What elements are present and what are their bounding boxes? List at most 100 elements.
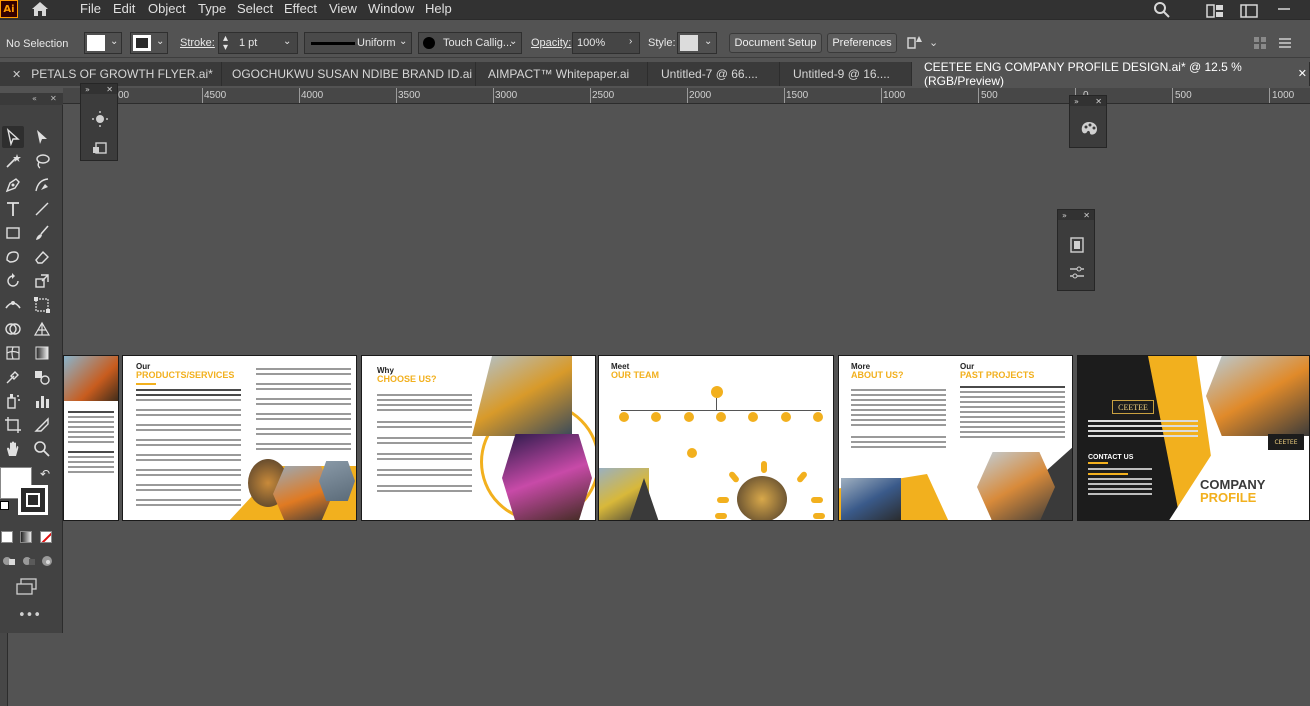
draw-inside-icon[interactable] xyxy=(40,554,54,568)
artboards-panel-icon[interactable] xyxy=(1066,234,1088,256)
close-icon[interactable]: ✕ xyxy=(12,68,21,81)
artboard-tool-icon[interactable] xyxy=(2,414,24,436)
none-mode-icon[interactable] xyxy=(40,531,52,543)
free-transform-tool-icon[interactable] xyxy=(31,294,53,316)
magic-wand-tool-icon[interactable] xyxy=(2,150,24,172)
slice-tool-icon[interactable] xyxy=(31,414,53,436)
symbol-sprayer-tool-icon[interactable] xyxy=(2,390,24,412)
tab-ceetee-profile[interactable]: CEETEE ENG COMPANY PROFILE DESIGN.ai* @ … xyxy=(912,60,1310,88)
close-icon[interactable]: ✕ xyxy=(1095,97,1102,106)
menu-file[interactable]: File xyxy=(80,1,101,16)
tab-brand-id[interactable]: OGOCHUKWU SUSAN NDIBE BRAND ID.ai xyxy=(222,62,476,86)
home-icon[interactable] xyxy=(31,1,49,17)
width-tool-icon[interactable] xyxy=(2,294,24,316)
zoom-tool-icon[interactable] xyxy=(31,438,53,460)
control-menu-icon[interactable] xyxy=(1277,35,1293,51)
paintbrush-tool-icon[interactable] xyxy=(31,222,53,244)
panel-header[interactable]: » ✕ xyxy=(1070,96,1106,106)
edit-toolbar-icon[interactable]: ••• xyxy=(18,608,41,623)
menu-select[interactable]: Select xyxy=(237,1,273,16)
artboard-our-team[interactable]: Meet OUR TEAM xyxy=(598,355,834,521)
stroke-label[interactable]: Stroke: xyxy=(180,37,215,49)
panel-layout-icon[interactable] xyxy=(1240,3,1258,19)
artboard-company-profile-cover[interactable]: CEETEE CONTACT US CEETEE COMPANY PROFILE xyxy=(1077,355,1310,521)
tab-untitled-7[interactable]: Untitled-7 @ 66.... xyxy=(648,62,780,86)
color-mode-icon[interactable] xyxy=(1,531,13,543)
close-icon[interactable]: ✕ xyxy=(106,85,113,94)
menu-window[interactable]: Window xyxy=(368,1,414,16)
artboard-products-services[interactable]: Our PRODUCTS/SERVICES xyxy=(122,355,357,521)
tab-untitled-9[interactable]: Untitled-9 @ 16.... xyxy=(780,62,912,86)
hand-tool-icon[interactable] xyxy=(2,438,24,460)
mesh-tool-icon[interactable] xyxy=(2,342,24,364)
properties-sliders-icon[interactable] xyxy=(1066,262,1088,284)
opacity-label[interactable]: Opacity: xyxy=(531,37,571,49)
default-colors-icon[interactable] xyxy=(0,501,9,510)
shape-builder-tool-icon[interactable] xyxy=(2,318,24,340)
draw-behind-icon[interactable] xyxy=(22,554,36,568)
sun-icon[interactable] xyxy=(89,108,111,130)
menu-type[interactable]: Type xyxy=(198,1,226,16)
gradient-tool-icon[interactable] xyxy=(31,342,53,364)
search-icon[interactable] xyxy=(1153,1,1171,19)
chevron-right-icon[interactable]: › xyxy=(629,36,632,47)
panel-header[interactable]: « ✕ xyxy=(0,93,63,105)
screen-mode-icon[interactable] xyxy=(16,578,38,596)
perspective-grid-tool-icon[interactable] xyxy=(31,318,53,340)
tab-whitepaper[interactable]: AIMPACT™ Whitepaper.ai xyxy=(476,62,648,86)
menu-view[interactable]: View xyxy=(329,1,357,16)
artboard-about-projects[interactable]: More ABOUT US? Our PAST PROJECTS xyxy=(838,355,1073,521)
line-segment-tool-icon[interactable] xyxy=(31,198,53,220)
expand-icon[interactable]: » xyxy=(1074,97,1079,106)
stroke-profile-dropdown[interactable]: Uniform ⌄ xyxy=(304,32,412,54)
opacity-value[interactable]: 100% xyxy=(577,37,605,49)
chevron-down-icon[interactable]: ⌄ xyxy=(929,36,938,49)
shaper-tool-icon[interactable] xyxy=(2,246,24,268)
graphic-style-dropdown[interactable]: ⌄ xyxy=(677,32,717,54)
collapse-icon[interactable]: « xyxy=(32,94,37,103)
direct-selection-tool-icon[interactable] xyxy=(31,126,53,148)
draw-normal-icon[interactable] xyxy=(2,554,16,568)
preferences-button[interactable]: Preferences xyxy=(827,33,897,53)
panel-header[interactable]: » ✕ xyxy=(81,84,117,94)
curvature-tool-icon[interactable] xyxy=(31,174,53,196)
brush-definition-dropdown[interactable]: Touch Callig... ⌄ xyxy=(418,32,522,54)
artboard-intro[interactable] xyxy=(63,355,119,521)
eyedropper-tool-icon[interactable] xyxy=(2,366,24,388)
fill-swatch-dropdown[interactable]: ⌄ xyxy=(84,32,122,54)
minimize-icon[interactable] xyxy=(1276,1,1292,17)
selection-tool-icon[interactable] xyxy=(2,126,24,148)
align-panel-icon[interactable] xyxy=(1252,35,1268,51)
opacity-field[interactable]: 100% › xyxy=(572,32,640,54)
color-palette-icon[interactable] xyxy=(1078,118,1100,140)
pen-tool-icon[interactable] xyxy=(2,174,24,196)
document-setup-button[interactable]: Document Setup xyxy=(729,33,822,53)
type-tool-icon[interactable] xyxy=(2,198,24,220)
gradient-mode-icon[interactable] xyxy=(20,531,32,543)
menu-effect[interactable]: Effect xyxy=(284,1,317,16)
rotate-tool-icon[interactable] xyxy=(2,270,24,292)
blend-tool-icon[interactable] xyxy=(31,366,53,388)
column-graph-tool-icon[interactable] xyxy=(31,390,53,412)
stroke-weight-field[interactable]: ▴ ▾ 1 pt ⌄ xyxy=(218,32,298,54)
transform-icon[interactable] xyxy=(89,136,111,158)
eraser-tool-icon[interactable] xyxy=(31,246,53,268)
menu-help[interactable]: Help xyxy=(425,1,452,16)
panel-header[interactable]: » ✕ xyxy=(1058,210,1094,220)
rectangle-tool-icon[interactable] xyxy=(2,222,24,244)
menu-edit[interactable]: Edit xyxy=(113,1,135,16)
stroke-weight-value[interactable]: 1 pt xyxy=(239,37,257,49)
scale-tool-icon[interactable] xyxy=(31,270,53,292)
lasso-tool-icon[interactable] xyxy=(31,150,53,172)
stroke-color-swatch[interactable] xyxy=(18,485,48,515)
horizontal-ruler[interactable]: 00 4500 4000 3500 3000 2500 2000 1500 10… xyxy=(63,88,1310,104)
stepper-icon[interactable]: ▴ ▾ xyxy=(223,34,228,53)
stroke-swatch-dropdown[interactable]: ⌄ xyxy=(130,32,168,54)
close-icon[interactable]: ✕ xyxy=(50,94,57,103)
expand-icon[interactable]: » xyxy=(1062,211,1067,220)
workspace-switcher-icon[interactable] xyxy=(1206,3,1224,19)
artboard-why-choose-us[interactable]: Why CHOOSE US? xyxy=(361,355,596,521)
menu-object[interactable]: Object xyxy=(148,1,186,16)
close-icon[interactable]: ✕ xyxy=(1083,211,1090,220)
arrange-documents-icon[interactable] xyxy=(906,34,924,52)
